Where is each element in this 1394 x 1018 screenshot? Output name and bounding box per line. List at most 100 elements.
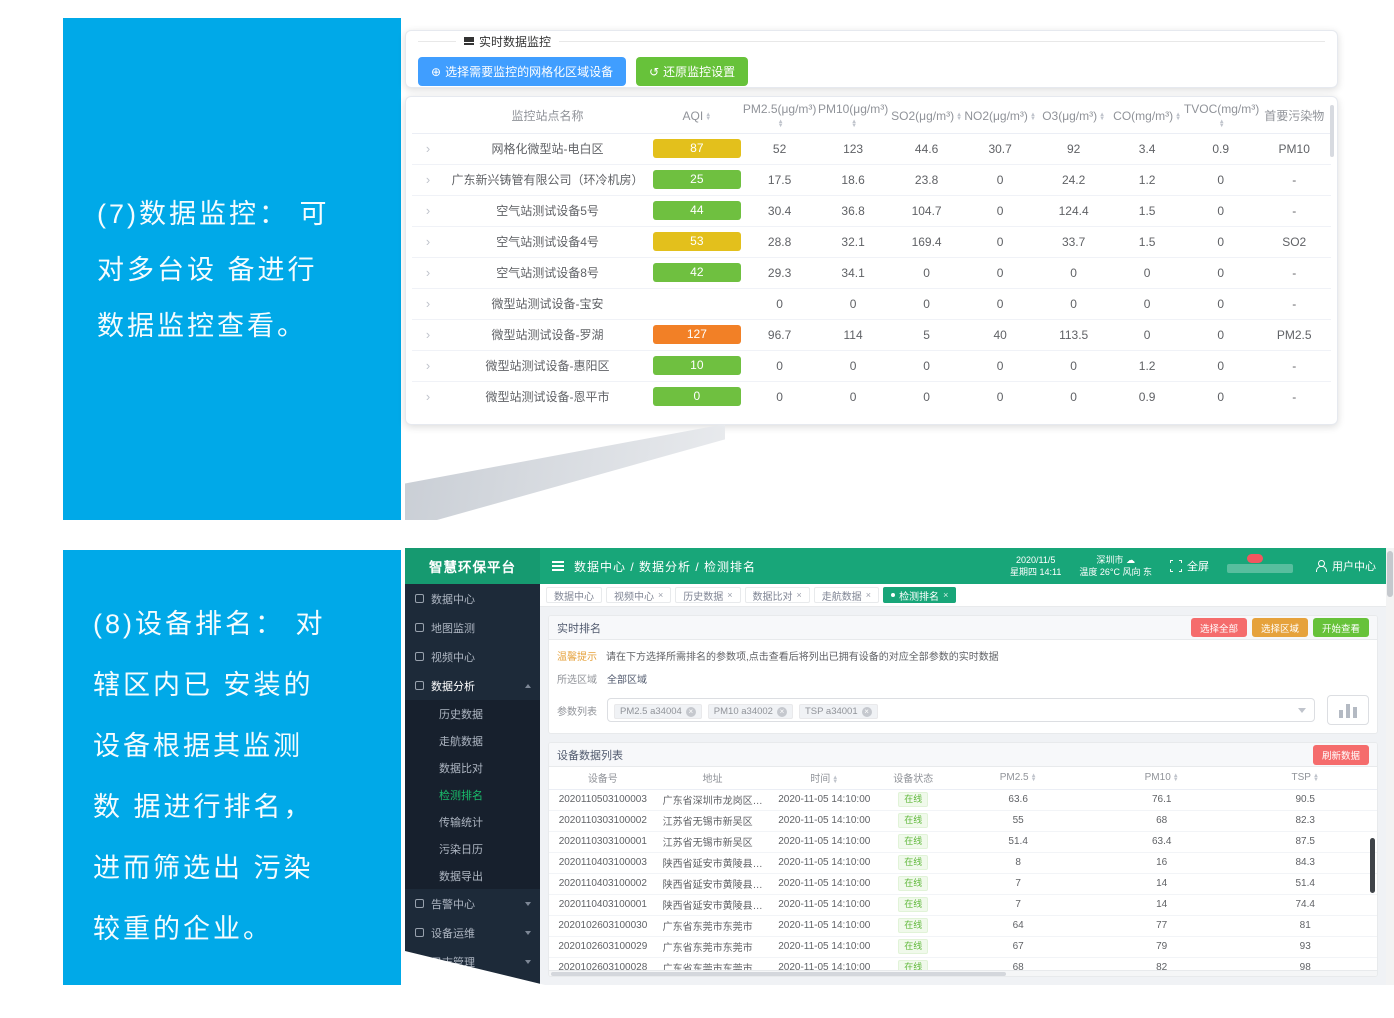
remove-tag-icon[interactable]: ×	[686, 707, 696, 717]
sidebar-item-数据分析[interactable]: 数据分析	[405, 671, 540, 700]
expand-cell[interactable]: ›	[412, 381, 444, 412]
sort-icon[interactable]: ▲▼	[956, 113, 962, 121]
close-icon[interactable]: ×	[727, 591, 732, 600]
column-header[interactable]: TVOC(mg/m³)▲▼	[1184, 99, 1258, 133]
sort-icon[interactable]: ▲▼	[778, 120, 784, 128]
选择全部-button[interactable]: 选择全部	[1191, 618, 1247, 637]
sidebar-item-视频中心[interactable]: 视频中心	[405, 642, 540, 671]
station-row[interactable]: ›微型站测试设备-宝安0000000-	[412, 288, 1331, 319]
restore-monitor-settings-button[interactable]: ↺ 还原监控设置	[636, 57, 748, 86]
column-header[interactable]: 时间▲▼	[768, 767, 880, 789]
station-row[interactable]: ›空气站测试设备5号4430.436.8104.70124.41.50-	[412, 195, 1331, 226]
params-select[interactable]: PM2.5 a34004× PM10 a34002× TSP a34001×	[607, 698, 1315, 722]
expand-cell[interactable]: ›	[412, 133, 444, 164]
value-cell: 67	[946, 936, 1090, 957]
notification-logo[interactable]	[1227, 559, 1297, 573]
value-cell: 124.4	[1037, 195, 1111, 226]
sidebar-item-地图监测[interactable]: 地图监测	[405, 613, 540, 642]
horizontal-scrollbar[interactable]	[549, 970, 1377, 976]
tip-row: 温馨提示请在下方选择所需排名的参数项,点击查看后将列出已拥有设备的对应全部参数的…	[557, 648, 1369, 663]
expand-cell[interactable]: ›	[412, 226, 444, 257]
remove-tag-icon[interactable]: ×	[862, 707, 872, 717]
collapse-menu-icon[interactable]	[552, 559, 564, 573]
sidebar-subitem-检测排名[interactable]: 检测排名	[405, 781, 540, 808]
sort-icon[interactable]: ▲▼	[1173, 774, 1179, 782]
tab-走航数据[interactable]: 走航数据×	[814, 587, 879, 603]
column-header[interactable]: O3(μg/m³)▲▼	[1037, 99, 1111, 133]
sidebar-subitem-历史数据[interactable]: 历史数据	[405, 700, 540, 727]
sort-icon[interactable]: ▲▼	[1030, 113, 1036, 121]
user-center-button[interactable]: 用户中心	[1315, 558, 1376, 574]
sidebar-subitem-污染日历[interactable]: 污染日历	[405, 835, 540, 862]
station-row[interactable]: ›微型站测试设备-惠阳区10000001.20-	[412, 350, 1331, 381]
value-cell: 陕西省延安市黄陵县…	[657, 852, 769, 873]
tab-数据中心[interactable]: 数据中心	[546, 587, 602, 603]
column-header[interactable]: PM2.5▲▼	[946, 767, 1090, 789]
station-row[interactable]: ›网格化微型站-电白区875212344.630.7923.40.9PM10	[412, 133, 1331, 164]
station-row[interactable]: ›微型站测试设备-罗湖12796.7114540113.500PM2.5	[412, 319, 1331, 350]
expand-cell[interactable]: ›	[412, 164, 444, 195]
column-header[interactable]: PM2.5(μg/m³)▲▼	[743, 99, 817, 133]
station-row[interactable]: ›广东新兴铸管有限公司（环冷机房）2517.518.623.8024.21.20…	[412, 164, 1331, 195]
sort-icon[interactable]: ▲▼	[1175, 113, 1181, 121]
sidebar-item-告警中心[interactable]: 告警中心	[405, 889, 540, 918]
value-cell: 79	[1090, 936, 1234, 957]
page-scrollbar[interactable]	[1386, 548, 1394, 985]
fullscreen-button[interactable]: 全屏	[1170, 558, 1209, 574]
column-header[interactable]: TSP▲▼	[1233, 767, 1377, 789]
column-header[interactable]: SO2(μg/m³)▲▼	[890, 99, 964, 133]
city-text: 深圳市	[1096, 555, 1123, 565]
sort-icon[interactable]: ▲▼	[705, 113, 711, 121]
expand-cell[interactable]: ›	[412, 319, 444, 350]
sort-icon[interactable]: ▲▼	[1313, 774, 1319, 782]
expand-arrow-icon: ›	[426, 265, 430, 280]
sort-icon[interactable]: ▲▼	[1219, 120, 1225, 128]
column-header[interactable]: CO(mg/m³)▲▼	[1110, 99, 1184, 133]
value-cell: 0	[890, 257, 964, 288]
aqi-badge: 127	[653, 325, 741, 344]
close-icon[interactable]: ×	[866, 591, 871, 600]
expand-cell[interactable]: ›	[412, 257, 444, 288]
sort-icon[interactable]: ▲▼	[1031, 774, 1037, 782]
chart-view-button[interactable]	[1327, 695, 1369, 725]
station-row[interactable]: ›空气站测试设备4号5328.832.1169.4033.71.50SO2	[412, 226, 1331, 257]
sort-icon[interactable]: ▲▼	[1099, 113, 1105, 121]
column-header[interactable]: PM10(μg/m³)▲▼	[816, 99, 890, 133]
remove-tag-icon[interactable]: ×	[777, 707, 787, 717]
refresh-data-button[interactable]: 刷新数据	[1313, 745, 1369, 765]
column-header[interactable]: NO2(μg/m³)▲▼	[963, 99, 1037, 133]
expand-cell[interactable]: ›	[412, 288, 444, 319]
close-icon[interactable]: ×	[658, 591, 663, 600]
sidebar-subitem-数据比对[interactable]: 数据比对	[405, 754, 540, 781]
column-header[interactable]: PM10▲▼	[1090, 767, 1234, 789]
sidebar-subitem-传输统计[interactable]: 传输统计	[405, 808, 540, 835]
expand-cell[interactable]: ›	[412, 350, 444, 381]
column-header[interactable]: AQI▲▼	[651, 99, 743, 133]
param-tag[interactable]: PM10 a34002×	[708, 704, 793, 719]
table-scrollbar[interactable]	[1370, 838, 1375, 893]
sort-down-icon: ▼	[1313, 778, 1319, 782]
station-row[interactable]: ›微型站测试设备-恩平市0000000.90-	[412, 381, 1331, 412]
sidebar-subitem-数据导出[interactable]: 数据导出	[405, 862, 540, 889]
sidebar-item-数据中心[interactable]: 数据中心	[405, 584, 540, 613]
select-grid-devices-button[interactable]: ⊕ 选择需要监控的网格化区域设备	[418, 57, 626, 86]
开始查看-button[interactable]: 开始查看	[1313, 618, 1369, 637]
expand-cell[interactable]: ›	[412, 195, 444, 226]
sidebar-item-设备运维[interactable]: 设备运维	[405, 918, 540, 947]
tab-历史数据[interactable]: 历史数据×	[675, 587, 740, 603]
close-icon[interactable]: ×	[943, 591, 948, 600]
param-tag[interactable]: PM2.5 a34004×	[614, 704, 702, 719]
scrollbar[interactable]	[1330, 105, 1334, 157]
tab-视频中心[interactable]: 视频中心×	[606, 587, 671, 603]
station-row[interactable]: ›空气站测试设备8号4229.334.100000-	[412, 257, 1331, 288]
online-status-badge: 在线	[898, 855, 928, 870]
选择区域-button[interactable]: 选择区域	[1252, 618, 1308, 637]
station-name-cell: 网格化微型站-电白区	[444, 133, 651, 164]
tab-数据比对[interactable]: 数据比对×	[745, 587, 810, 603]
sort-icon[interactable]: ▲▼	[851, 120, 857, 128]
close-icon[interactable]: ×	[797, 591, 802, 600]
sort-icon[interactable]: ▲▼	[832, 776, 838, 784]
param-tag[interactable]: TSP a34001×	[799, 704, 878, 719]
sidebar-subitem-走航数据[interactable]: 走航数据	[405, 727, 540, 754]
tab-检测排名[interactable]: 检测排名×	[883, 587, 956, 603]
